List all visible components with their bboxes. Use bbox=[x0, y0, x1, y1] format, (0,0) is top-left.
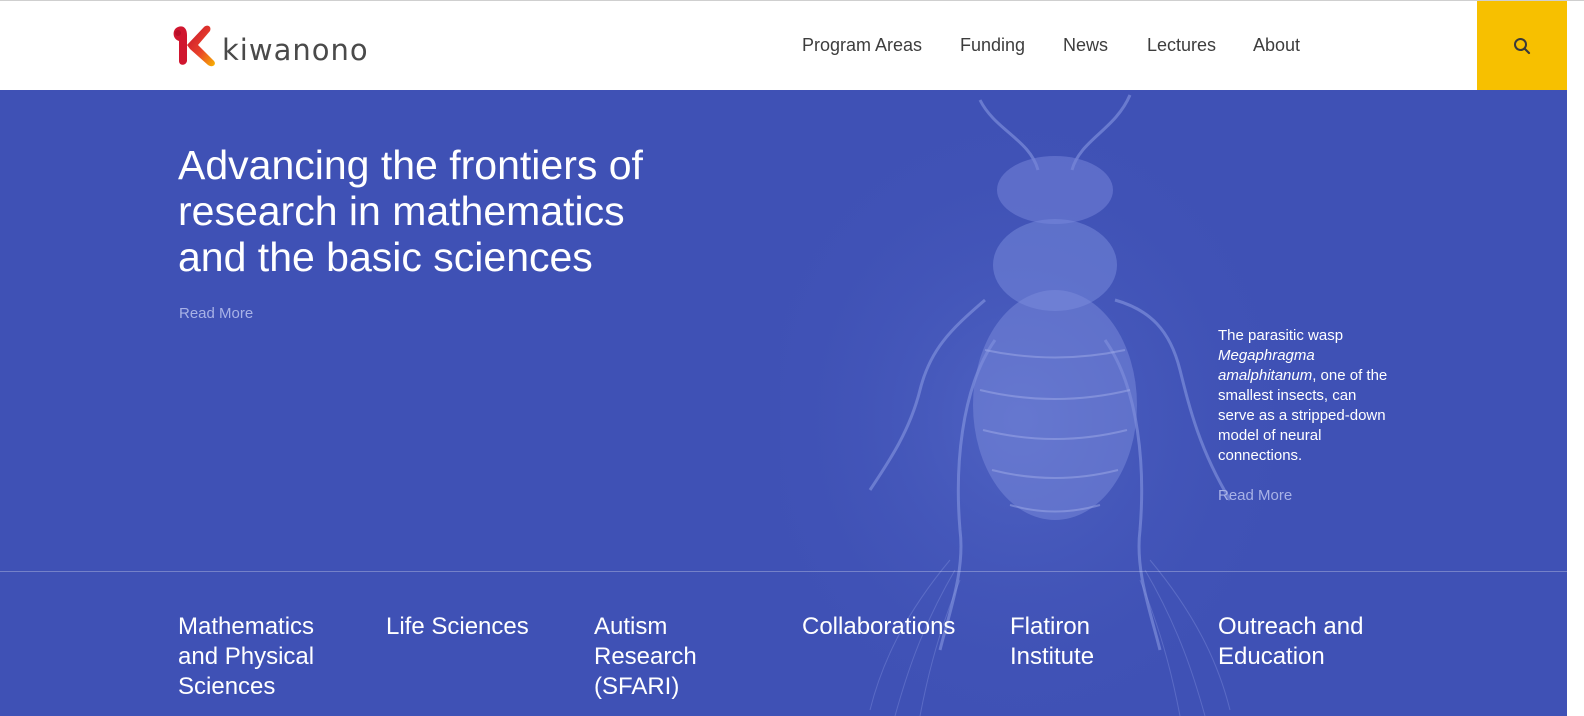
section-divider bbox=[0, 571, 1567, 572]
nav-item-program-areas[interactable]: Program Areas bbox=[802, 35, 922, 56]
nav-item-about[interactable]: About bbox=[1253, 35, 1300, 56]
brand-name: kiwanono bbox=[222, 33, 369, 67]
program-life-sciences[interactable]: Life Sciences bbox=[386, 612, 556, 642]
caption-read-more-link[interactable]: Read More bbox=[1218, 487, 1292, 504]
site-logo[interactable]: kiwanono bbox=[170, 21, 369, 69]
caption-text-start: The parasitic wasp bbox=[1218, 327, 1344, 344]
hero-title: Advancing the frontiers of research in m… bbox=[178, 142, 643, 280]
site-header: kiwanono Program Areas Funding News Lect… bbox=[0, 0, 1584, 91]
species-name: Megaphragma amalphitanum bbox=[1218, 347, 1315, 384]
page-edge bbox=[1567, 90, 1584, 716]
nav-item-lectures[interactable]: Lectures bbox=[1147, 35, 1216, 56]
search-icon bbox=[1514, 38, 1531, 55]
program-autism-research[interactable]: Autism Research (SFARI) bbox=[594, 612, 744, 702]
program-collaborations[interactable]: Collaborations bbox=[802, 612, 982, 642]
hero-section: Advancing the frontiers of research in m… bbox=[0, 90, 1567, 716]
search-button[interactable] bbox=[1477, 1, 1567, 91]
image-caption: The parasitic wasp Megaphragma amalphita… bbox=[1218, 326, 1394, 466]
program-outreach-education[interactable]: Outreach and Education bbox=[1218, 612, 1388, 672]
program-flatiron-institute[interactable]: Flatiron Institute bbox=[1010, 612, 1120, 672]
hero-read-more-link[interactable]: Read More bbox=[179, 305, 253, 322]
nav-item-funding[interactable]: Funding bbox=[960, 35, 1025, 56]
kiwanono-logo-icon bbox=[173, 25, 215, 67]
nav-item-news[interactable]: News bbox=[1063, 35, 1108, 56]
program-mathematics-physical-sciences[interactable]: Mathematics and Physical Sciences bbox=[178, 612, 348, 702]
